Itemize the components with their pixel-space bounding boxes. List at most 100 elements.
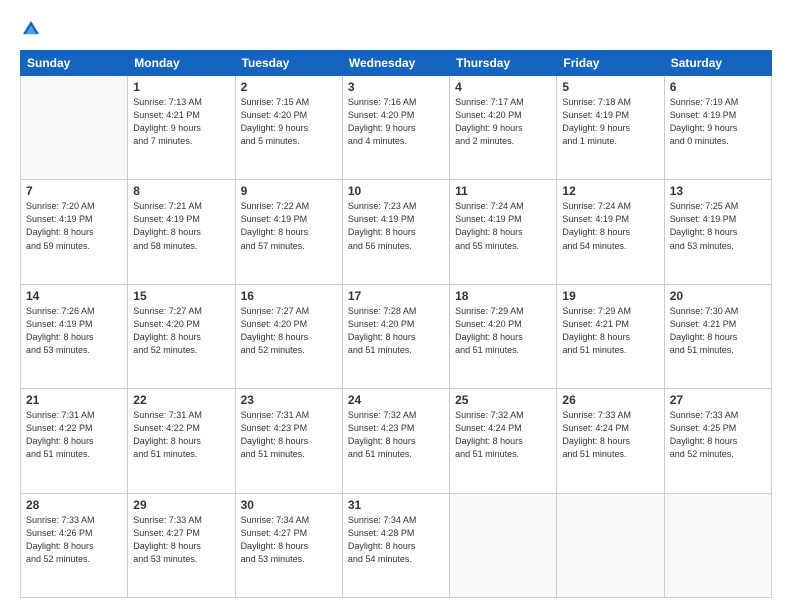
day-number: 11 <box>455 184 551 198</box>
calendar-cell <box>664 493 771 597</box>
page: SundayMondayTuesdayWednesdayThursdayFrid… <box>0 0 792 612</box>
day-number: 2 <box>241 80 337 94</box>
day-number: 20 <box>670 289 766 303</box>
calendar-cell: 4Sunrise: 7:17 AM Sunset: 4:20 PM Daylig… <box>450 76 557 180</box>
day-number: 26 <box>562 393 658 407</box>
calendar-cell: 15 Sunrise: 7:27 AM Sunset: 4:20 PM Dayli… <box>128 284 235 388</box>
day-info: Sunrise: 7:23 AM Sunset: 4:19 PM Dayligh… <box>348 200 444 252</box>
day-info: Sunrise: 7:33 AM Sunset: 4:24 PM Dayligh… <box>562 409 658 461</box>
calendar-week-row: 7 Sunrise: 7:20 AM Sunset: 4:19 PM Daylig… <box>21 180 772 284</box>
day-number: 5 <box>562 80 658 94</box>
calendar-cell: 3 Sunrise: 7:16 AM Sunset: 4:20 PM Daylig… <box>342 76 449 180</box>
day-info: Sunrise: 7:20 AM Sunset: 4:19 PM Dayligh… <box>26 200 122 252</box>
day-number: 24 <box>348 393 444 407</box>
calendar-cell: 31Sunrise: 7:34 AM Sunset: 4:28 PM Dayli… <box>342 493 449 597</box>
calendar-cell: 30 Sunrise: 7:34 AM Sunset: 4:27 PM Dayli… <box>235 493 342 597</box>
calendar-cell: 28 Sunrise: 7:33 AM Sunset: 4:26 PM Dayli… <box>21 493 128 597</box>
weekday-header-thursday: Thursday <box>450 51 557 76</box>
day-info: Sunrise: 7:34 AM Sunset: 4:27 PM Dayligh… <box>241 514 337 566</box>
day-number: 13 <box>670 184 766 198</box>
day-number: 31 <box>348 498 444 512</box>
calendar-table: SundayMondayTuesdayWednesdayThursdayFrid… <box>20 50 772 598</box>
logo <box>20 18 46 40</box>
logo-icon <box>20 18 42 40</box>
day-info: Sunrise: 7:30 AM Sunset: 4:21 PM Dayligh… <box>670 305 766 357</box>
weekday-header-row: SundayMondayTuesdayWednesdayThursdayFrid… <box>21 51 772 76</box>
calendar-cell: 12 Sunrise: 7:24 AM Sunset: 4:19 PM Dayli… <box>557 180 664 284</box>
day-info: Sunrise: 7:19 AM Sunset: 4:19 PM Dayligh… <box>670 96 766 148</box>
day-info: Sunrise: 7:29 AM Sunset: 4:20 PM Dayligh… <box>455 305 551 357</box>
day-number: 25 <box>455 393 551 407</box>
day-info: Sunrise: 7:13 AM Sunset: 4:21 PM Dayligh… <box>133 96 229 148</box>
day-number: 15 <box>133 289 229 303</box>
weekday-header-sunday: Sunday <box>21 51 128 76</box>
day-info: Sunrise: 7:29 AM Sunset: 4:21 PM Dayligh… <box>562 305 658 357</box>
weekday-header-saturday: Saturday <box>664 51 771 76</box>
day-info: Sunrise: 7:31 AM Sunset: 4:22 PM Dayligh… <box>133 409 229 461</box>
calendar-week-row: 28 Sunrise: 7:33 AM Sunset: 4:26 PM Dayli… <box>21 493 772 597</box>
day-info: Sunrise: 7:18 AM Sunset: 4:19 PM Dayligh… <box>562 96 658 148</box>
calendar-cell: 13 Sunrise: 7:25 AM Sunset: 4:19 PM Dayli… <box>664 180 771 284</box>
day-info: Sunrise: 7:28 AM Sunset: 4:20 PM Dayligh… <box>348 305 444 357</box>
day-number: 8 <box>133 184 229 198</box>
day-info: Sunrise: 7:32 AM Sunset: 4:23 PM Dayligh… <box>348 409 444 461</box>
calendar-cell: 9 Sunrise: 7:22 AM Sunset: 4:19 PM Daylig… <box>235 180 342 284</box>
day-info: Sunrise: 7:24 AM Sunset: 4:19 PM Dayligh… <box>562 200 658 252</box>
day-info: Sunrise: 7:21 AM Sunset: 4:19 PM Dayligh… <box>133 200 229 252</box>
day-number: 29 <box>133 498 229 512</box>
day-number: 16 <box>241 289 337 303</box>
day-number: 12 <box>562 184 658 198</box>
calendar-cell: 26 Sunrise: 7:33 AM Sunset: 4:24 PM Dayli… <box>557 389 664 493</box>
day-number: 19 <box>562 289 658 303</box>
calendar-cell: 29 Sunrise: 7:33 AM Sunset: 4:27 PM Dayli… <box>128 493 235 597</box>
calendar-cell: 10 Sunrise: 7:23 AM Sunset: 4:19 PM Dayli… <box>342 180 449 284</box>
calendar-cell <box>557 493 664 597</box>
day-number: 27 <box>670 393 766 407</box>
day-number: 10 <box>348 184 444 198</box>
day-number: 21 <box>26 393 122 407</box>
calendar-cell: 20 Sunrise: 7:30 AM Sunset: 4:21 PM Dayli… <box>664 284 771 388</box>
day-info: Sunrise: 7:33 AM Sunset: 4:27 PM Dayligh… <box>133 514 229 566</box>
day-info: Sunrise: 7:16 AM Sunset: 4:20 PM Dayligh… <box>348 96 444 148</box>
day-number: 9 <box>241 184 337 198</box>
day-info: Sunrise: 7:33 AM Sunset: 4:26 PM Dayligh… <box>26 514 122 566</box>
calendar-cell: 6Sunrise: 7:19 AM Sunset: 4:19 PM Daylig… <box>664 76 771 180</box>
calendar-cell: 16 Sunrise: 7:27 AM Sunset: 4:20 PM Dayli… <box>235 284 342 388</box>
day-number: 7 <box>26 184 122 198</box>
day-info: Sunrise: 7:17 AM Sunset: 4:20 PM Dayligh… <box>455 96 551 148</box>
day-info: Sunrise: 7:24 AM Sunset: 4:19 PM Dayligh… <box>455 200 551 252</box>
calendar-cell: 17 Sunrise: 7:28 AM Sunset: 4:20 PM Dayli… <box>342 284 449 388</box>
calendar-cell: 24 Sunrise: 7:32 AM Sunset: 4:23 PM Dayli… <box>342 389 449 493</box>
weekday-header-tuesday: Tuesday <box>235 51 342 76</box>
calendar-cell: 8 Sunrise: 7:21 AM Sunset: 4:19 PM Daylig… <box>128 180 235 284</box>
weekday-header-wednesday: Wednesday <box>342 51 449 76</box>
day-number: 23 <box>241 393 337 407</box>
calendar-cell: 19 Sunrise: 7:29 AM Sunset: 4:21 PM Dayli… <box>557 284 664 388</box>
weekday-header-friday: Friday <box>557 51 664 76</box>
calendar-cell: 14Sunrise: 7:26 AM Sunset: 4:19 PM Dayli… <box>21 284 128 388</box>
calendar-cell <box>21 76 128 180</box>
day-number: 1 <box>133 80 229 94</box>
header <box>20 18 772 40</box>
calendar-week-row: 14Sunrise: 7:26 AM Sunset: 4:19 PM Dayli… <box>21 284 772 388</box>
day-info: Sunrise: 7:15 AM Sunset: 4:20 PM Dayligh… <box>241 96 337 148</box>
calendar-week-row: 21 Sunrise: 7:31 AM Sunset: 4:22 PM Dayli… <box>21 389 772 493</box>
day-number: 18 <box>455 289 551 303</box>
day-info: Sunrise: 7:32 AM Sunset: 4:24 PM Dayligh… <box>455 409 551 461</box>
day-number: 28 <box>26 498 122 512</box>
day-info: Sunrise: 7:27 AM Sunset: 4:20 PM Dayligh… <box>241 305 337 357</box>
day-number: 3 <box>348 80 444 94</box>
calendar-cell: 5 Sunrise: 7:18 AM Sunset: 4:19 PM Daylig… <box>557 76 664 180</box>
day-info: Sunrise: 7:22 AM Sunset: 4:19 PM Dayligh… <box>241 200 337 252</box>
calendar-cell: 25 Sunrise: 7:32 AM Sunset: 4:24 PM Dayli… <box>450 389 557 493</box>
calendar-cell: 2 Sunrise: 7:15 AM Sunset: 4:20 PM Daylig… <box>235 76 342 180</box>
day-number: 17 <box>348 289 444 303</box>
day-info: Sunrise: 7:25 AM Sunset: 4:19 PM Dayligh… <box>670 200 766 252</box>
calendar-cell: 23Sunrise: 7:31 AM Sunset: 4:23 PM Dayli… <box>235 389 342 493</box>
day-info: Sunrise: 7:27 AM Sunset: 4:20 PM Dayligh… <box>133 305 229 357</box>
day-info: Sunrise: 7:33 AM Sunset: 4:25 PM Dayligh… <box>670 409 766 461</box>
day-number: 22 <box>133 393 229 407</box>
day-number: 30 <box>241 498 337 512</box>
day-info: Sunrise: 7:31 AM Sunset: 4:22 PM Dayligh… <box>26 409 122 461</box>
calendar-cell: 21 Sunrise: 7:31 AM Sunset: 4:22 PM Dayli… <box>21 389 128 493</box>
